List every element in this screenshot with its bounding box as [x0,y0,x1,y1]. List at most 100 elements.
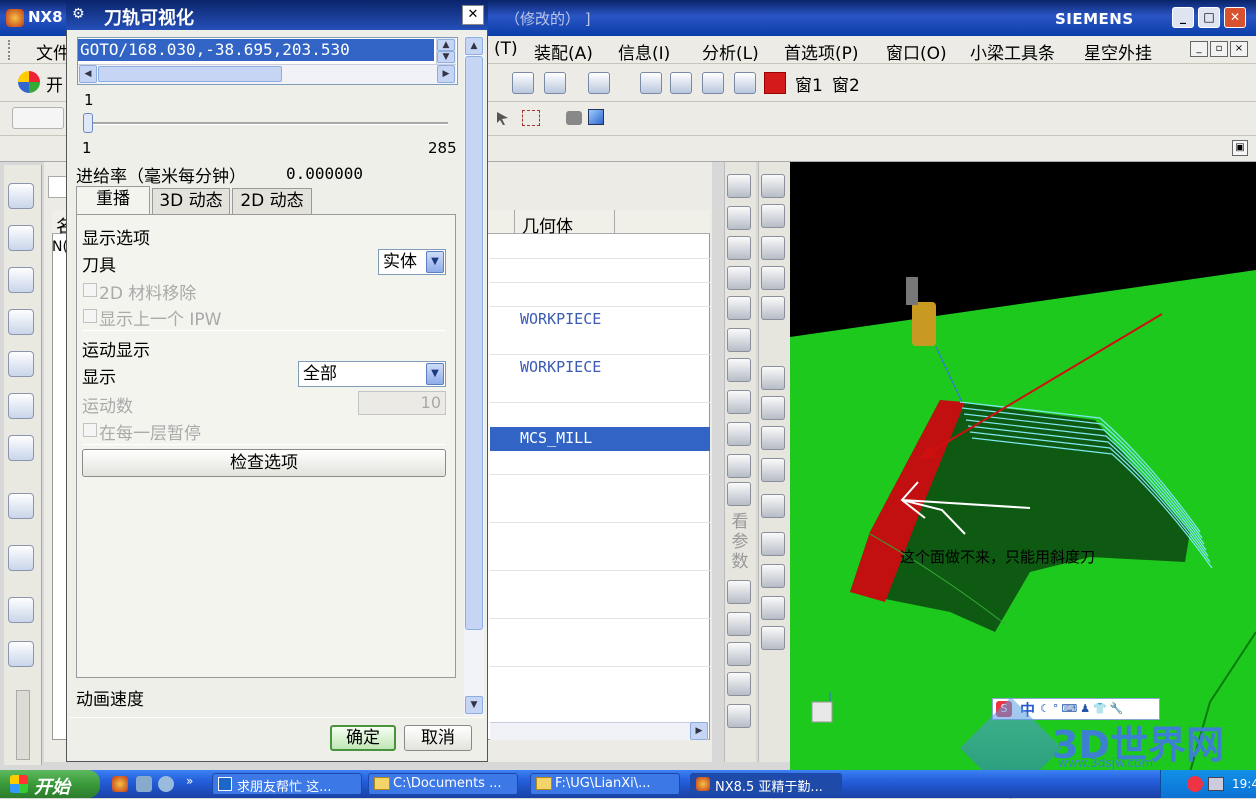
method-check-icon[interactable] [761,458,785,482]
chevron-down-icon[interactable]: ▼ [426,251,444,273]
generate-toolpath-icon[interactable] [761,174,785,198]
explode-view-icon[interactable] [588,72,610,94]
gear-icon[interactable]: ⚙ [72,6,90,24]
start-app-icon[interactable] [18,71,40,93]
reuse-library-icon[interactable] [8,393,34,419]
cut-operation-icon[interactable] [761,564,785,588]
constraint-navigator-icon[interactable] [8,225,34,251]
image-tool-icon[interactable] [640,72,662,94]
history-clock-icon[interactable] [8,597,34,623]
navigator-tab[interactable] [48,176,68,198]
pause-each-layer-checkbox[interactable] [83,423,97,437]
calculator-icon[interactable] [702,72,724,94]
hscroll-thumb[interactable] [98,66,282,82]
menu-window[interactable]: 窗口(O) [886,39,947,64]
table-row-geometry[interactable]: WORKPIECE [520,358,601,376]
edit-params-icon[interactable] [761,426,785,450]
create-program-icon[interactable] [727,174,751,198]
assembly-navigator-icon[interactable] [8,183,34,209]
tab-2d-dynamic[interactable]: 2D 动态 [232,188,312,214]
chevron-down-icon[interactable]: ▼ [426,363,444,385]
menu-assembly[interactable]: 装配(A) [534,39,593,64]
close-button[interactable]: ✕ [1224,7,1246,28]
flag-icon[interactable] [764,72,786,94]
dialog-vscroll-thumb[interactable] [465,56,483,630]
task-button-documents[interactable]: C:\Documents ... [368,773,518,795]
eraser-icon[interactable] [727,454,751,478]
motion-count-field[interactable]: 10 [358,391,446,415]
anchor-icon[interactable] [727,422,751,446]
quicklaunch-icon[interactable] [136,776,152,792]
scroll-down-icon[interactable]: ▼ [465,696,483,714]
nx-quicklaunch-icon[interactable] [112,776,128,792]
window2-button[interactable]: 窗2 [832,71,860,96]
shop-doc-icon[interactable] [761,396,785,420]
task-button-nx[interactable]: NX8.5 亚精于勤... [690,773,842,795]
folder-icon[interactable] [727,642,751,666]
minimize-button[interactable]: _ [1172,7,1194,28]
copy-operation-icon[interactable] [761,532,785,556]
mdi-minimize-icon[interactable]: _ [1190,41,1208,57]
block-icon[interactable] [727,328,751,352]
navigator-hscroll[interactable] [490,722,708,740]
screen-capture-icon[interactable] [734,72,756,94]
document-icon[interactable] [670,72,692,94]
extrude-icon[interactable] [727,390,751,414]
menu-tools[interactable]: (T) [494,39,518,59]
palette-icon[interactable] [8,435,34,461]
transform-icon[interactable] [727,580,751,604]
geometry-column-header[interactable]: 几何体 [522,212,573,237]
web-browser-icon[interactable] [8,493,34,519]
scroll-down-icon[interactable]: ▼ [437,51,455,63]
network-tray-icon[interactable] [1208,777,1224,791]
selection-filter-dropdown[interactable] [12,107,64,129]
clock[interactable]: 19:4 [1232,777,1256,791]
tool-library-icon[interactable] [8,351,34,377]
text-icon[interactable] [727,612,751,636]
create-operation-icon[interactable] [727,296,751,320]
layer-icon[interactable] [727,704,751,728]
simulate-icon[interactable] [761,266,785,290]
paste-operation-icon[interactable] [761,596,785,620]
menu-file[interactable]: 文件 [36,39,70,64]
scroll-right-icon[interactable]: ▶ [437,65,455,83]
replay-toolpath-icon[interactable] [761,204,785,228]
cylinder-icon[interactable] [727,358,751,382]
constraint-icon[interactable] [544,72,566,94]
maximize-button[interactable]: □ [1198,7,1220,28]
select-arrow-icon[interactable] [494,110,512,126]
rectangle-select-icon[interactable] [522,110,540,126]
table-row-geometry[interactable]: WORKPIECE [520,310,601,328]
shaded-view-icon[interactable] [566,111,582,125]
assembly-nav-icon[interactable] [512,72,534,94]
motion-display-select[interactable]: 全部 [298,361,446,387]
list-toolpath-icon[interactable] [761,366,785,390]
cube-view-icon[interactable] [588,109,604,125]
process-studio-icon[interactable] [8,545,34,571]
operation-navigator-icon[interactable] [8,309,34,335]
part-navigator-icon[interactable] [8,267,34,293]
window1-button[interactable]: 窗1 [795,71,823,96]
motion-slider-track[interactable] [88,122,448,125]
menu-preferences[interactable]: 首选项(P) [784,39,859,64]
menu-xingkong-plugin[interactable]: 星空外挂 [1084,39,1152,64]
ok-button[interactable]: 确定 [330,725,396,751]
edit-object-icon[interactable] [727,482,751,506]
start-label[interactable]: 开始 [34,773,70,799]
listbox-selected-line[interactable]: GOTO/168.030,-38.695,203.530 [78,39,434,61]
check-options-button[interactable]: 检查选项 [82,449,446,477]
task-button-ug-folder[interactable]: F:\UG\LianXi\... [530,773,680,795]
tool-display-icon[interactable] [761,494,785,518]
verify-toolpath-icon[interactable] [761,236,785,260]
create-geometry-icon[interactable] [727,236,751,260]
scroll-up-icon[interactable]: ▲ [437,39,455,51]
resbar-scroll[interactable] [16,690,30,760]
tab-3d-dynamic[interactable]: 3D 动态 [152,188,230,214]
chevron-right-icon[interactable]: » [186,774,193,788]
roles-icon[interactable] [8,641,34,667]
menu-xiaoliang-toolbar[interactable]: 小梁工具条 [970,39,1055,64]
dialog-close-button[interactable]: ✕ [462,5,484,25]
mdi-close-icon[interactable]: × [1230,41,1248,57]
delete-operation-icon[interactable] [761,626,785,650]
table-row-geometry[interactable]: MCS_MILL [520,429,592,447]
